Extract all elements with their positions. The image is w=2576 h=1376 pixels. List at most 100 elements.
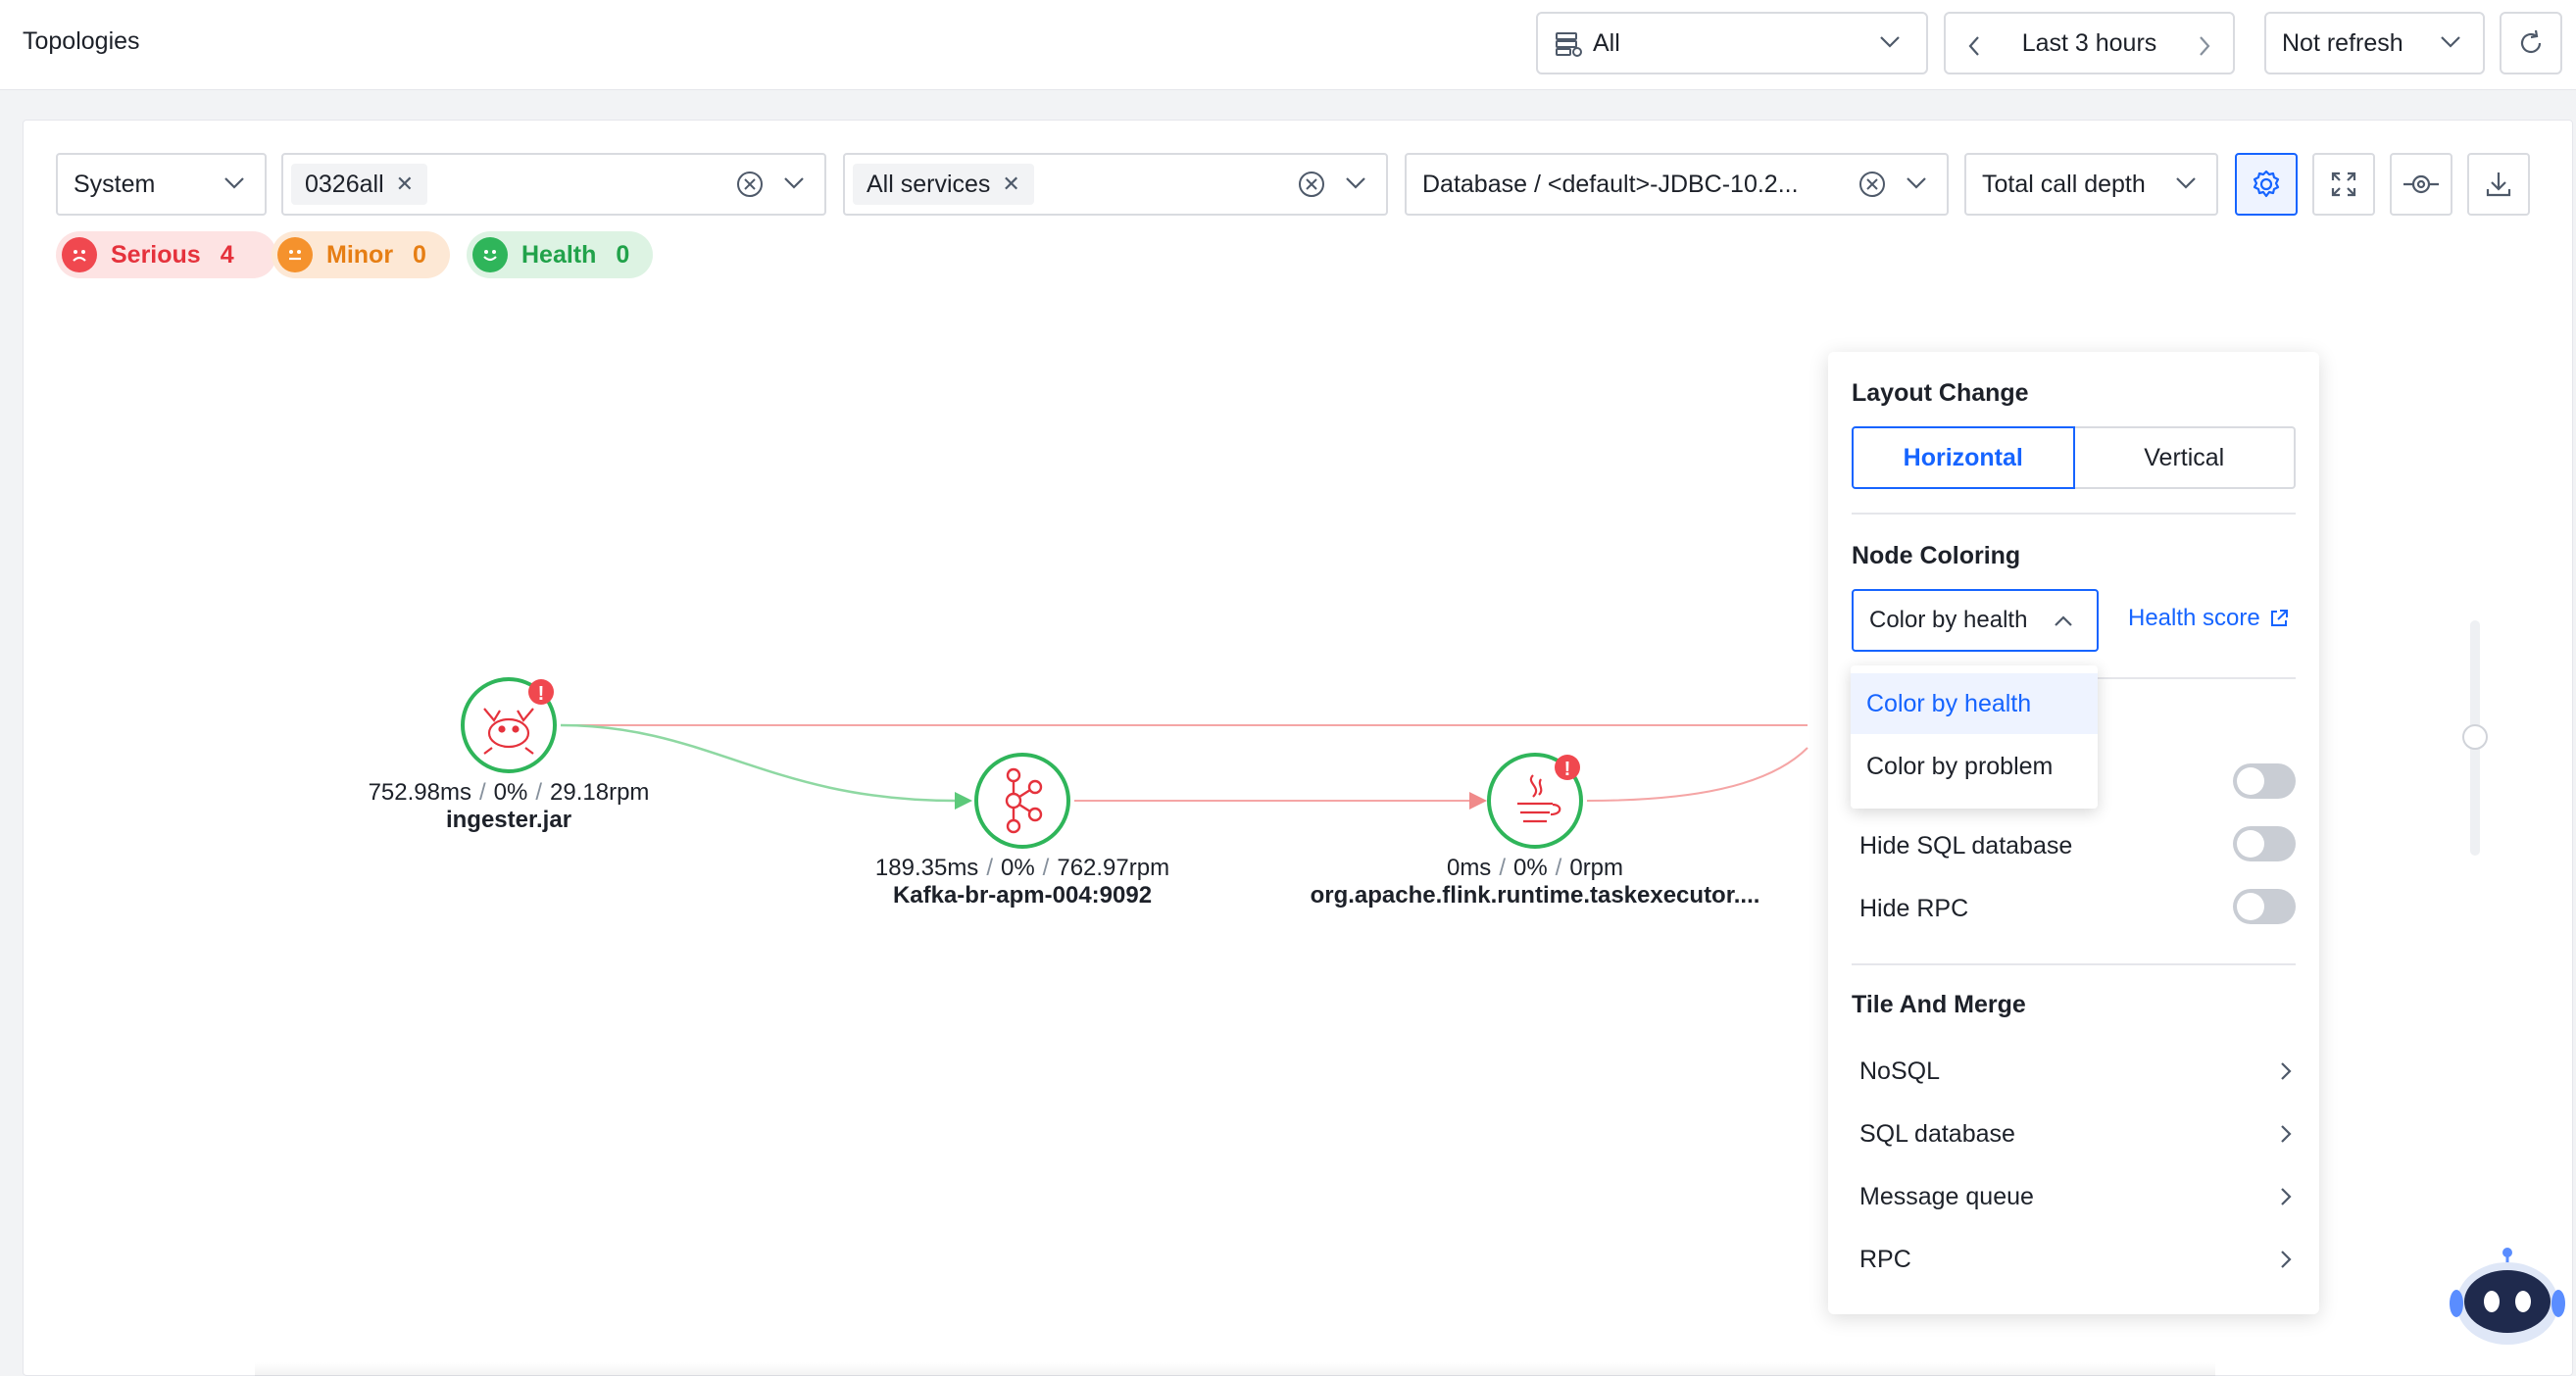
hide-sql-label: Hide SQL database xyxy=(1859,832,2073,860)
bottom-shadow xyxy=(255,1362,2215,1376)
hide-rpc-toggle[interactable] xyxy=(2233,889,2296,924)
focus-button[interactable] xyxy=(2390,153,2452,216)
merge-item-label: RPC xyxy=(1859,1246,1911,1273)
chevron-down-icon xyxy=(2176,177,2196,189)
tile-merge-title: Tile And Merge xyxy=(1852,991,2026,1018)
rpm-value: 0rpm xyxy=(1569,855,1624,881)
health-score-link-label: Health score xyxy=(2128,605,2260,631)
toggle-switch[interactable] xyxy=(2233,763,2296,799)
service-tag-label: All services xyxy=(867,170,991,198)
call-depth-select[interactable]: Total call depth xyxy=(1964,153,2218,216)
chevron-down-icon xyxy=(1907,177,1926,189)
layout-horizontal-button[interactable]: Horizontal xyxy=(1852,426,2075,489)
tag-remove-icon[interactable]: ✕ xyxy=(1002,172,1019,197)
download-icon xyxy=(2486,172,2511,197)
chevron-down-icon xyxy=(1346,177,1365,189)
chevron-right-icon xyxy=(2281,1062,2292,1080)
chevron-up-icon xyxy=(2055,615,2072,626)
rpm-value: 29.18rpm xyxy=(550,779,650,806)
clear-circle-icon[interactable] xyxy=(1858,171,1886,198)
environment-select[interactable]: All xyxy=(1536,12,1928,74)
chevron-right-icon[interactable] xyxy=(2198,35,2211,57)
group-multiselect[interactable]: 0326all ✕ xyxy=(281,153,826,216)
service-multiselect[interactable]: All services ✕ xyxy=(843,153,1388,216)
badge-minor[interactable]: Minor 0 xyxy=(272,231,450,278)
tag-remove-icon[interactable]: ✕ xyxy=(396,172,414,197)
merge-item-label: NoSQL xyxy=(1859,1057,1940,1085)
call-depth-value: Total call depth xyxy=(1982,170,2146,198)
edge-arrow-kafka xyxy=(955,792,972,810)
merge-item-rpc[interactable]: RPC xyxy=(1859,1240,2296,1279)
system-select-value: System xyxy=(74,170,156,198)
node-coloring-select[interactable]: Color by health xyxy=(1852,589,2099,652)
time-range-picker[interactable]: Last 3 hours xyxy=(1944,12,2235,74)
node-ingester-metrics: 752.98ms/0%/29.18rpm xyxy=(368,779,650,806)
focus-icon xyxy=(2403,174,2439,194)
badge-serious[interactable]: Serious 4 xyxy=(56,231,276,278)
clear-circle-icon[interactable] xyxy=(736,171,764,198)
node-flink[interactable]: ! xyxy=(1487,753,1583,849)
external-link-icon xyxy=(2270,610,2288,626)
gear-icon xyxy=(2253,170,2280,198)
option-color-by-problem[interactable]: Color by problem xyxy=(1851,736,2098,797)
svg-text:!: ! xyxy=(538,683,545,705)
system-select[interactable]: System xyxy=(56,153,267,216)
chevron-down-icon xyxy=(2441,36,2460,48)
fullscreen-button[interactable] xyxy=(2312,153,2375,216)
latency-value: 0ms xyxy=(1446,855,1492,881)
topology-panel: ! ! 752.98ms / 0% / 29.18rpm ingester.ja… xyxy=(23,120,2573,1376)
clear-circle-icon[interactable] xyxy=(1298,171,1325,198)
settings-button[interactable] xyxy=(2235,153,2298,216)
node-kafka-name[interactable]: Kafka-br-apm-004:9092 xyxy=(893,882,1152,909)
merge-item-message-queue[interactable]: Message queue xyxy=(1859,1177,2296,1216)
merge-item-sql-database[interactable]: SQL database xyxy=(1859,1114,2296,1154)
chevron-down-icon xyxy=(224,177,244,189)
hide-sql-toggle[interactable] xyxy=(2233,826,2296,861)
assistant-robot-icon[interactable] xyxy=(2449,1243,2566,1356)
node-ingester[interactable]: ! xyxy=(461,677,557,773)
database-select[interactable]: Database / <default>-JDBC-10.2... xyxy=(1405,153,1949,216)
refresh-interval-select[interactable]: Not refresh xyxy=(2264,12,2485,74)
chevron-right-icon xyxy=(2281,1188,2292,1205)
rpm-value: 762.97rpm xyxy=(1057,855,1170,881)
badge-health-count: 0 xyxy=(616,240,630,269)
top-bar: Topologies All Last 3 hours Not refresh xyxy=(0,0,2576,90)
layout-change-title: Layout Change xyxy=(1852,379,2029,407)
page-title: Topologies xyxy=(23,27,140,55)
divider xyxy=(1852,513,2296,515)
refresh-interval-value: Not refresh xyxy=(2282,28,2403,57)
option-color-by-health[interactable]: Color by health xyxy=(1851,673,2098,734)
chevron-right-icon xyxy=(2281,1251,2292,1268)
health-score-link[interactable]: Health score xyxy=(2128,605,2290,632)
happy-face-icon xyxy=(472,237,508,272)
zoom-slider-handle[interactable] xyxy=(2462,724,2488,750)
error-rate-value: 0% xyxy=(493,779,528,806)
time-range-value: Last 3 hours xyxy=(2021,28,2157,57)
badge-health-label: Health xyxy=(521,240,597,269)
node-coloring-title: Node Coloring xyxy=(1852,542,2021,569)
edge-arrow-flink xyxy=(1469,792,1487,810)
chevron-left-icon[interactable] xyxy=(1967,35,1981,57)
merge-item-label: Message queue xyxy=(1859,1183,2034,1210)
refresh-button[interactable] xyxy=(2500,12,2562,74)
badge-minor-count: 0 xyxy=(413,240,426,269)
layout-toggle: Horizontal Vertical xyxy=(1852,426,2296,489)
badge-serious-label: Serious xyxy=(111,240,201,269)
neutral-face-icon xyxy=(277,237,313,272)
node-ingester-name[interactable]: ingester.jar xyxy=(446,807,571,834)
layout-vertical-button[interactable]: Vertical xyxy=(2074,426,2296,489)
settings-popover: Layout Change Horizontal Vertical Node C… xyxy=(1828,352,2319,1314)
badge-serious-count: 4 xyxy=(220,240,234,269)
node-kafka-metrics: 189.35ms/0%/762.97rpm xyxy=(874,855,1170,881)
node-kafka[interactable] xyxy=(974,753,1070,849)
download-button[interactable] xyxy=(2467,153,2530,216)
node-flink-name[interactable]: org.apache.flink.runtime.taskexecutor...… xyxy=(1311,882,1760,909)
badge-health[interactable]: Health 0 xyxy=(467,231,653,278)
environment-select-value: All xyxy=(1593,28,1620,57)
merge-item-nosql[interactable]: NoSQL xyxy=(1859,1052,2296,1091)
node-flink-metrics: 0ms/0%/0rpm xyxy=(1446,855,1624,881)
node-coloring-dropdown: Color by health Color by problem xyxy=(1851,665,2098,809)
hide-sql-row: Hide SQL database xyxy=(1859,826,2296,865)
service-tag: All services ✕ xyxy=(853,164,1034,205)
chevron-down-icon xyxy=(784,177,804,189)
